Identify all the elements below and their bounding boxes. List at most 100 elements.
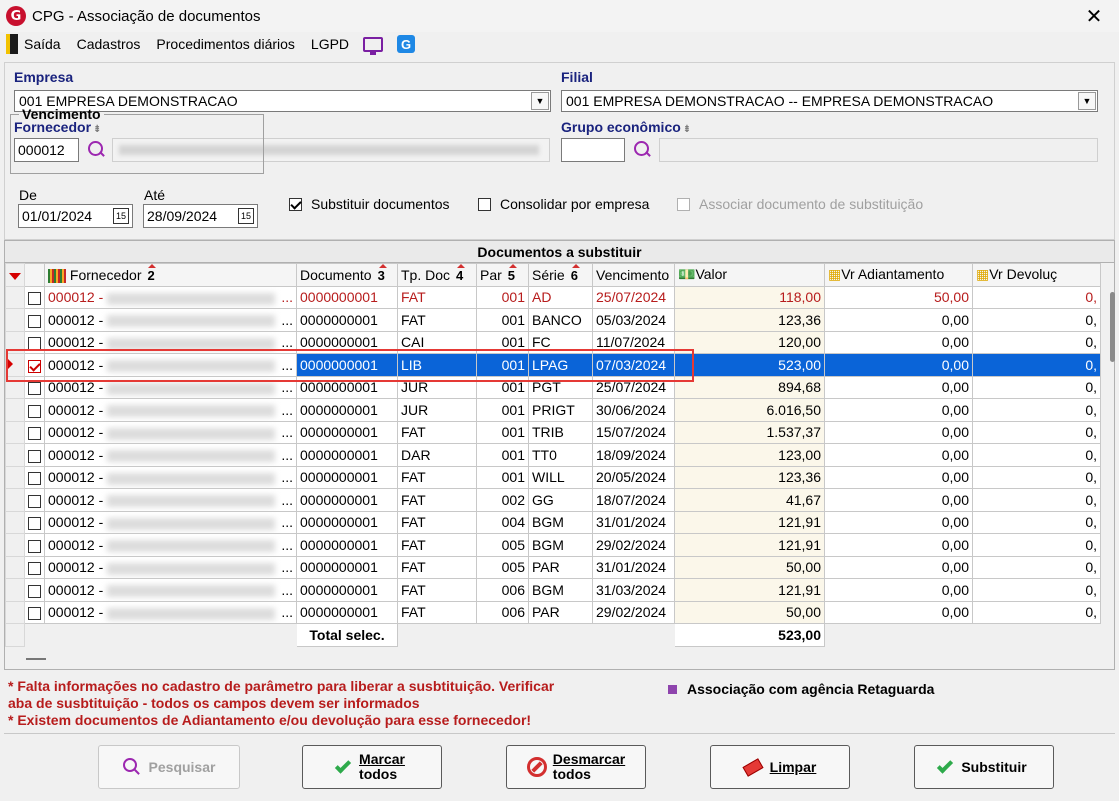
vertical-scrollbar[interactable]: [1110, 292, 1115, 362]
cell-fornecedor: 000012 -...: [44, 443, 297, 467]
ate-date-input[interactable]: 28/09/2024 15: [143, 204, 258, 228]
row-checkbox[interactable]: [24, 555, 45, 579]
pesquisar-button[interactable]: Pesquisar: [98, 745, 240, 789]
cell-documento: 0000000001: [296, 375, 398, 399]
row-checkbox[interactable]: [24, 375, 45, 399]
consolidar-checkbox[interactable]: Consolidar por empresa: [478, 196, 649, 212]
vencimento-group: Vencimento: [10, 106, 264, 174]
header-row: Fornecedor 2 Documento 3 Tp. Doc 4 Par 5 Sér…: [5, 263, 1101, 287]
table-row[interactable]: 000012 -... 0000000001 JUR 001 PGT 25/07/2024…: [5, 375, 1101, 399]
row-checkbox[interactable]: [24, 488, 45, 512]
barcode-icon: [48, 268, 66, 283]
table-row[interactable]: 000012 -... 0000000001 JUR 001 PRIGT 30/06/20…: [5, 398, 1101, 422]
checkbox-icon[interactable]: [28, 494, 41, 508]
row-checkbox[interactable]: [24, 600, 45, 624]
checkbox-icon[interactable]: [28, 382, 41, 396]
checkbox-icon[interactable]: [28, 292, 41, 306]
table-row[interactable]: 000012 -... 0000000001 FAT 004 BGM 31/01/2024…: [5, 510, 1101, 534]
menu-bar: Saída Cadastros Procedimentos diários LG…: [0, 32, 1119, 56]
search-grupo-icon[interactable]: [632, 140, 652, 160]
table-row[interactable]: 000012 -... 0000000001 FAT 006 PAR 29/02/2024…: [5, 600, 1101, 624]
checkbox-icon[interactable]: [28, 584, 41, 598]
table-row[interactable]: 000012 -... 0000000001 FAT 005 BGM 29/02/2024…: [5, 533, 1101, 557]
exit-door-icon[interactable]: [6, 34, 18, 54]
cell-vencimento: 25/07/2024: [592, 375, 675, 399]
pin-icon: ⇟: [682, 124, 692, 135]
chevron-down-icon[interactable]: ▼: [1078, 92, 1096, 110]
checkbox-icon[interactable]: [28, 404, 41, 418]
header-valor[interactable]: 💵 Valor: [674, 263, 825, 287]
cell-fornecedor: 000012 -...: [44, 465, 297, 489]
row-checkbox[interactable]: [24, 353, 45, 377]
de-date-input[interactable]: 01/01/2024 15: [18, 204, 133, 228]
cell-serie: TRIB: [528, 420, 593, 444]
menu-procedimentos-diarios[interactable]: Procedimentos diários: [148, 36, 303, 52]
header-vencimento[interactable]: Vencimento: [592, 263, 675, 287]
calendar-icon[interactable]: 15: [238, 208, 254, 224]
row-checkbox[interactable]: [24, 308, 45, 332]
menu-cadastros[interactable]: Cadastros: [69, 36, 149, 52]
row-checkbox[interactable]: [24, 420, 45, 444]
table-row[interactable]: 000012 -... 0000000001 CAI 001 FC 11/07/2024 1…: [5, 330, 1101, 354]
cell-documento: 0000000001: [296, 510, 398, 534]
checkbox-icon[interactable]: [28, 359, 41, 373]
substituir-label: Substituir documentos: [311, 196, 450, 212]
substituir-button[interactable]: Substituir: [914, 745, 1054, 789]
table-row[interactable]: 000012 -... 0000000001 LIB 001 LPAG 07/03/202…: [5, 353, 1101, 377]
header-check[interactable]: [24, 263, 45, 287]
checkbox-icon[interactable]: [28, 449, 41, 463]
header-vr-adiantamento[interactable]: ▦ Vr Adiantamento: [824, 263, 973, 287]
checkbox-icon[interactable]: [28, 314, 41, 328]
table-row[interactable]: 000012 -... 0000000001 FAT 001 AD 25/07/2024 1…: [5, 285, 1101, 309]
checkbox-icon[interactable]: [28, 337, 41, 351]
g-app-icon[interactable]: G: [397, 35, 416, 53]
row-checkbox[interactable]: [24, 510, 45, 534]
header-tpdoc[interactable]: Tp. Doc 4: [397, 263, 477, 287]
table-row[interactable]: 000012 -... 0000000001 FAT 001 WILL 20/05/202…: [5, 465, 1101, 489]
checkbox-icon[interactable]: [28, 472, 41, 486]
header-documento[interactable]: Documento 3: [296, 263, 398, 287]
cell-vencimento: 31/01/2024: [592, 555, 675, 579]
associar-label: Associar documento de substituição: [699, 196, 924, 212]
menu-saida[interactable]: Saída: [24, 36, 69, 52]
grupo-code-input[interactable]: [561, 138, 625, 162]
marcar-todos-button[interactable]: Marcar todos: [302, 745, 442, 789]
cell-vr-adiantamento: 0,00: [824, 600, 973, 624]
header-serie[interactable]: Série 6: [528, 263, 593, 287]
menu-lgpd[interactable]: LGPD: [303, 36, 357, 52]
checkbox-checked-icon[interactable]: [289, 197, 302, 211]
row-checkbox[interactable]: [24, 285, 45, 309]
cell-valor: 6.016,50: [674, 398, 825, 422]
filial-select[interactable]: 001 EMPRESA DEMONSTRACAO -- EMPRESA DEMO…: [561, 90, 1098, 112]
table-row[interactable]: 000012 -... 0000000001 DAR 001 TT0 18/09/2024…: [5, 443, 1101, 467]
close-icon[interactable]: ✕: [1079, 4, 1109, 29]
row-checkbox[interactable]: [24, 578, 45, 602]
header-par[interactable]: Par 5: [476, 263, 529, 287]
table-row[interactable]: 000012 -... 0000000001 FAT 001 TRIB 15/07/202…: [5, 420, 1101, 444]
checkbox-icon[interactable]: [28, 607, 41, 621]
row-checkbox[interactable]: [24, 533, 45, 557]
monitor-icon[interactable]: [363, 36, 384, 55]
table-row[interactable]: 000012 -... 0000000001 FAT 006 BGM 31/03/2024…: [5, 578, 1101, 602]
checkbox-icon[interactable]: [28, 427, 41, 441]
checkbox-icon[interactable]: [28, 539, 41, 553]
substituir-checkbox[interactable]: Substituir documentos: [289, 196, 450, 212]
chevron-down-icon[interactable]: ▼: [531, 92, 549, 110]
horizontal-scrollbar[interactable]: [26, 658, 46, 660]
limpar-button[interactable]: Limpar: [710, 745, 850, 789]
row-checkbox[interactable]: [24, 443, 45, 467]
calendar-icon[interactable]: 15: [113, 208, 129, 224]
header-vr-devolucao[interactable]: ▦ Vr Devoluç: [972, 263, 1101, 287]
checkbox-icon[interactable]: [28, 562, 41, 576]
table-row[interactable]: 000012 -... 0000000001 FAT 002 GG 18/07/2024 4…: [5, 488, 1101, 512]
row-checkbox[interactable]: [24, 465, 45, 489]
desmarcar-todos-button[interactable]: Desmarcar todos: [506, 745, 646, 789]
row-checkbox[interactable]: [24, 330, 45, 354]
checkbox-icon[interactable]: [28, 517, 41, 531]
checkbox-icon[interactable]: [478, 197, 491, 211]
header-fornecedor[interactable]: Fornecedor 2: [44, 263, 297, 287]
table-row[interactable]: 000012 -... 0000000001 FAT 001 BANCO 05/03/20…: [5, 308, 1101, 332]
table-row[interactable]: 000012 -... 0000000001 FAT 005 PAR 31/01/2024…: [5, 555, 1101, 579]
cell-serie: PRIGT: [528, 398, 593, 422]
row-checkbox[interactable]: [24, 398, 45, 422]
